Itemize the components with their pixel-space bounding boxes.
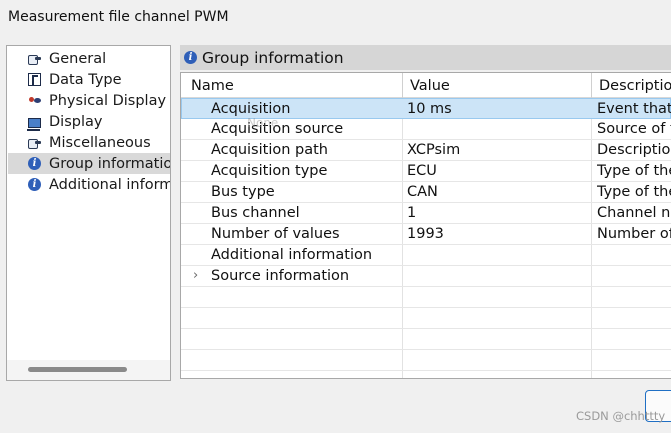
row-name: Bus type <box>211 184 275 200</box>
table-row[interactable]: Bus channel 1 Channel nu <box>181 203 671 224</box>
row-value[interactable]: ECU <box>407 161 587 181</box>
watermark: CSDN @chhttty <box>576 409 666 423</box>
window-title: Measurement file channel PWM <box>8 9 229 25</box>
hand-pointer-icon <box>28 136 41 149</box>
row-value[interactable] <box>407 245 587 265</box>
row-value[interactable]: 1 <box>407 203 587 223</box>
column-header-value[interactable]: Value <box>410 73 450 98</box>
row-value[interactable]: 1993 <box>407 224 587 244</box>
row-value[interactable]: 10 ms <box>407 99 587 119</box>
hand-pointer-icon <box>28 52 41 65</box>
expand-chevron-icon[interactable]: › <box>193 266 198 286</box>
empty-row <box>181 350 671 371</box>
sidebar-item-label: Display <box>49 113 103 130</box>
table-row[interactable]: Number of values 1993 Number of <box>181 224 671 245</box>
sidebar-item-display[interactable]: Display <box>8 111 170 132</box>
row-description: Channel nu <box>597 205 671 221</box>
scrollbar-thumb[interactable] <box>28 367 127 372</box>
column-divider[interactable] <box>402 73 403 98</box>
row-name: Acquisition source <box>211 121 344 137</box>
row-name: Acquisition type <box>211 163 328 179</box>
row-description <box>597 245 671 265</box>
table-row[interactable]: Acquisition path XCPsim Descriptio <box>181 140 671 161</box>
sidebar-item-label: Group information <box>49 155 171 172</box>
table-row[interactable]: Additional information <box>181 245 671 266</box>
row-name: Additional information <box>211 247 373 263</box>
panel-title: Group information <box>202 48 344 67</box>
data-type-icon <box>28 73 41 86</box>
sidebar-item-label: Miscellaneous <box>49 134 151 151</box>
row-name: Number of values <box>211 226 340 242</box>
table-row[interactable]: Acquisition 10 ms Event that t <box>181 98 671 119</box>
sidebar-item-group-information[interactable]: i Group information <box>8 153 170 174</box>
row-description: Event that t <box>597 101 671 117</box>
column-divider[interactable] <box>591 73 592 98</box>
row-description: Source of t <box>597 121 671 137</box>
row-value[interactable]: CAN <box>407 182 587 202</box>
sidebar-item-physical-display[interactable]: Physical Display <box>8 90 170 111</box>
property-grid: Name Value Descriptio Acquisition 10 ms … <box>180 72 671 379</box>
row-name: Source information <box>211 268 350 284</box>
row-description: Descriptio <box>597 142 671 158</box>
row-description <box>597 266 671 286</box>
sidebar-item-data-type[interactable]: Data Type <box>8 69 170 90</box>
sidebar-item-label: Additional inform <box>49 176 171 193</box>
sidebar-item-label: Physical Display <box>49 92 167 109</box>
table-row[interactable]: Acquisition source Source of t <box>181 119 671 140</box>
grid-header: Name Value Descriptio <box>181 73 671 98</box>
horizontal-scrollbar[interactable] <box>7 360 170 380</box>
table-row[interactable]: Bus type CAN Type of the <box>181 182 671 203</box>
monitor-icon <box>27 117 41 131</box>
table-row[interactable]: Acquisition type ECU Type of the <box>181 161 671 182</box>
sidebar-item-label: Data Type <box>49 71 122 88</box>
row-description: Number of <box>597 226 671 242</box>
column-header-description[interactable]: Descriptio <box>599 73 671 98</box>
panel-header: i Group information <box>180 45 671 70</box>
info-icon: i <box>28 157 41 170</box>
empty-row <box>181 329 671 350</box>
column-header-name[interactable]: Name <box>191 73 234 98</box>
sidebar-item-additional-information[interactable]: i Additional inform <box>8 174 170 195</box>
row-value[interactable] <box>407 119 587 139</box>
empty-row <box>181 371 671 378</box>
info-icon: i <box>184 51 197 64</box>
row-value[interactable]: XCPsim <box>407 140 587 160</box>
row-description: Type of the <box>597 163 671 179</box>
info-icon: i <box>28 178 41 191</box>
row-name: Acquisition <box>211 101 291 117</box>
sidebar-item-miscellaneous[interactable]: Miscellaneous <box>8 132 170 153</box>
row-name: Acquisition path <box>211 142 328 158</box>
row-description: Type of the <box>597 184 671 200</box>
row-name: Bus channel <box>211 205 300 221</box>
sidebar-item-general[interactable]: General <box>8 48 170 69</box>
row-value[interactable] <box>407 266 587 286</box>
empty-row <box>181 287 671 308</box>
empty-row <box>181 308 671 329</box>
table-row[interactable]: › Source information <box>181 266 671 287</box>
physical-display-icon <box>28 94 41 107</box>
sidebar-item-label: General <box>49 50 107 67</box>
sidebar-nav: General Data Type Physical Display Displ… <box>6 45 171 381</box>
